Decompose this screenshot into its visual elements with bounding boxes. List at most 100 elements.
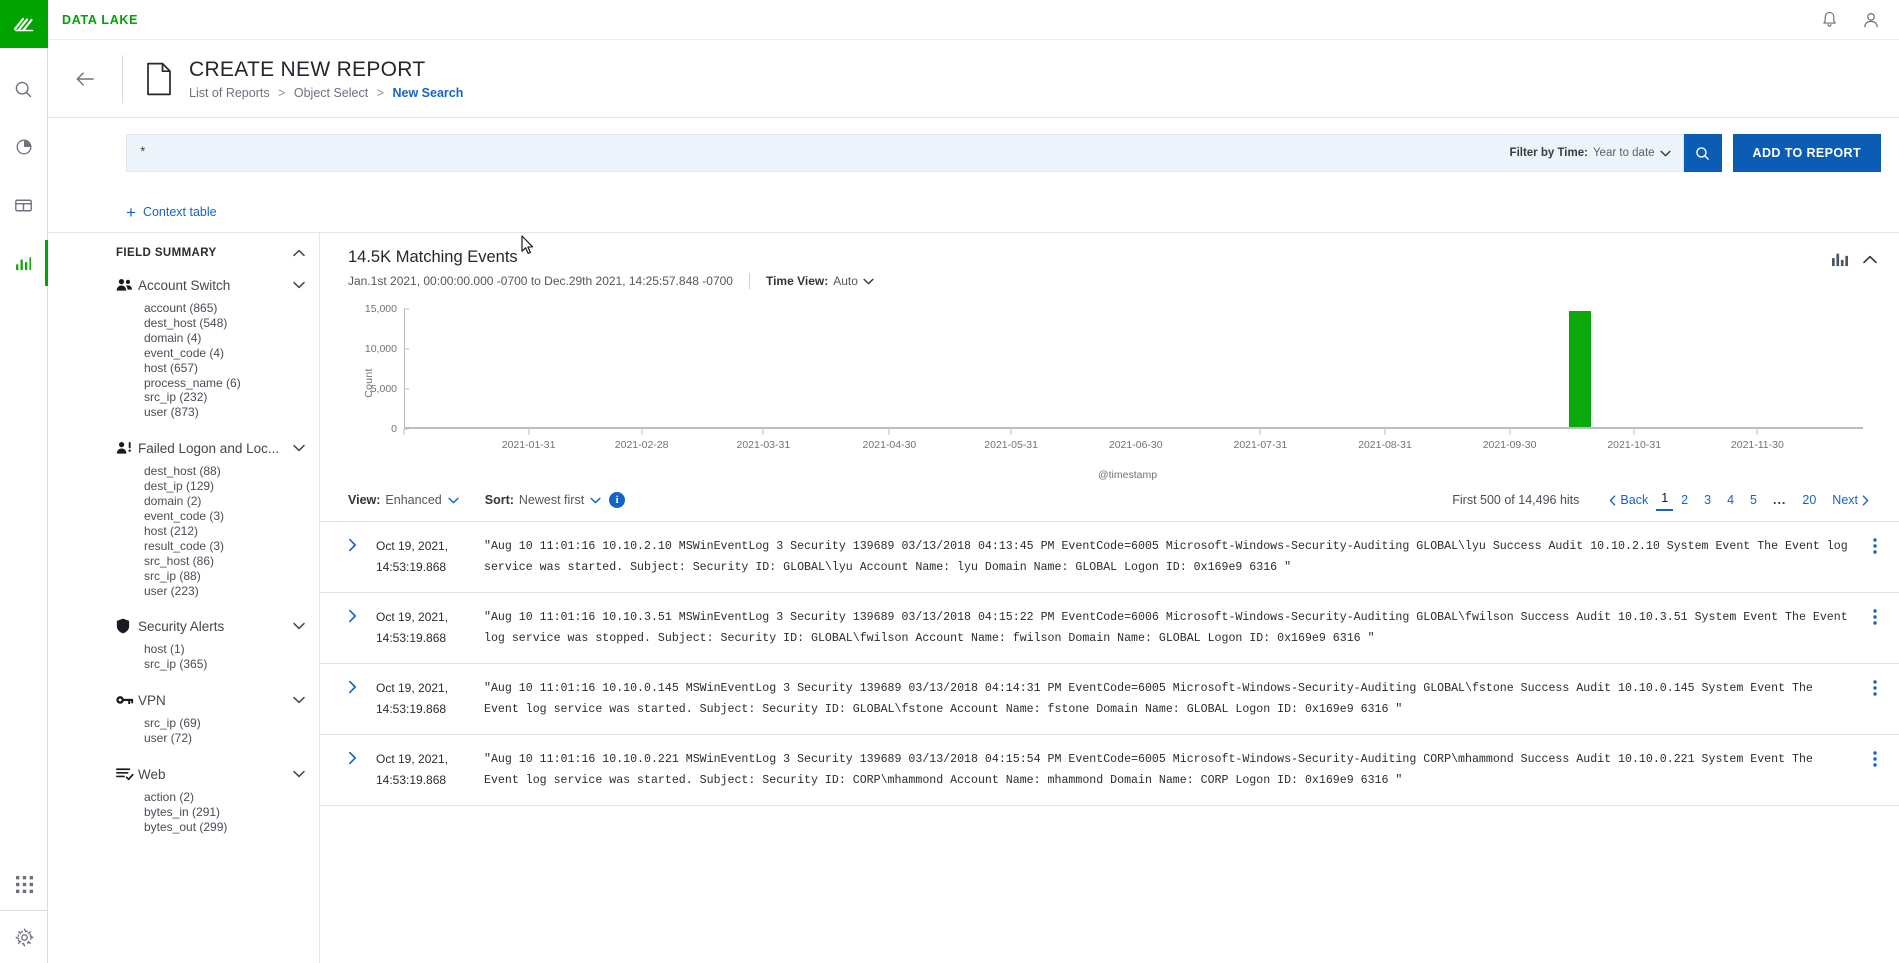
chevron-down-icon[interactable] bbox=[293, 622, 305, 630]
field-item[interactable]: user (72) bbox=[144, 731, 319, 746]
rail-item-dashboards[interactable] bbox=[0, 176, 48, 234]
time-view-selector[interactable]: Time View: Auto bbox=[766, 274, 874, 288]
row-menu-button[interactable] bbox=[1851, 607, 1877, 625]
chevron-down-icon[interactable] bbox=[293, 696, 305, 704]
field-item[interactable]: host (657) bbox=[144, 361, 319, 376]
search-submit-button[interactable] bbox=[1683, 134, 1722, 172]
timeline-chart[interactable]: Count 15,000 10,000 5,000 0 2021-01-31 2… bbox=[348, 303, 1877, 463]
row-menu-button[interactable] bbox=[1851, 536, 1877, 554]
event-date: Oct 19, 2021, bbox=[376, 752, 449, 766]
row-menu-button[interactable] bbox=[1851, 678, 1877, 696]
pagination-page-2[interactable]: 2 bbox=[1673, 491, 1696, 509]
field-group-header[interactable]: Web bbox=[108, 760, 319, 788]
filter-by-time[interactable]: Filter by Time: Year to date bbox=[1510, 147, 1671, 159]
expand-row-button[interactable] bbox=[348, 678, 376, 694]
field-item[interactable]: dest_ip (129) bbox=[144, 479, 319, 494]
event-timestamp: Oct 19, 2021, 14:53:19.868 bbox=[376, 536, 484, 578]
field-item[interactable]: action (2) bbox=[144, 790, 319, 805]
pagination-ellipsis: ... bbox=[1772, 493, 1787, 507]
table-row[interactable]: Oct 19, 2021, 14:53:19.868 "Aug 10 11:01… bbox=[320, 593, 1899, 664]
field-item[interactable]: dest_host (88) bbox=[144, 464, 319, 479]
row-menu-button[interactable] bbox=[1851, 749, 1877, 767]
account-button[interactable] bbox=[1861, 10, 1881, 30]
y-tick-label: 15,000 bbox=[364, 303, 397, 315]
info-icon[interactable]: i bbox=[609, 492, 626, 508]
time-view-value: Auto bbox=[833, 274, 858, 288]
field-item[interactable]: bytes_in (291) bbox=[144, 805, 319, 820]
event-time: 14:53:19.868 bbox=[376, 631, 447, 645]
key-icon bbox=[116, 694, 138, 706]
search-bar[interactable]: * Filter by Time: Year to date bbox=[126, 134, 1684, 172]
expand-row-button[interactable] bbox=[348, 607, 376, 623]
table-row[interactable]: Oct 19, 2021, 14:53:19.868 "Aug 10 11:01… bbox=[320, 664, 1899, 735]
field-item[interactable]: result_code (3) bbox=[144, 539, 319, 554]
results-header-actions bbox=[1831, 247, 1877, 267]
rail-item-settings[interactable] bbox=[0, 911, 48, 963]
chevron-up-icon[interactable] bbox=[293, 249, 305, 257]
field-item[interactable]: domain (4) bbox=[144, 331, 319, 346]
field-item[interactable]: user (873) bbox=[144, 405, 319, 420]
field-group-header[interactable]: Failed Logon and Loc... bbox=[108, 434, 319, 462]
field-item[interactable]: event_code (4) bbox=[144, 346, 319, 361]
collapse-chart-button[interactable] bbox=[1863, 255, 1877, 264]
add-context-table-button[interactable]: + Context table bbox=[126, 204, 217, 221]
pagination-page-5[interactable]: 5 bbox=[1742, 491, 1765, 509]
y-tick-mark bbox=[404, 348, 409, 350]
field-item[interactable]: host (212) bbox=[144, 524, 319, 539]
expand-row-button[interactable] bbox=[348, 536, 376, 552]
pagination-page-1[interactable]: 1 bbox=[1656, 489, 1674, 511]
field-item[interactable]: user (223) bbox=[144, 584, 319, 599]
field-item[interactable]: host (1) bbox=[144, 642, 319, 657]
field-summary-header[interactable]: FIELD SUMMARY bbox=[108, 247, 319, 259]
back-button[interactable] bbox=[48, 40, 122, 117]
field-item[interactable]: src_ip (69) bbox=[144, 716, 319, 731]
two-people-icon bbox=[116, 278, 138, 292]
field-group-header[interactable]: Security Alerts bbox=[108, 612, 319, 640]
chevron-down-icon[interactable] bbox=[293, 444, 305, 452]
pagination-page-3[interactable]: 3 bbox=[1696, 491, 1719, 509]
field-item[interactable]: bytes_out (299) bbox=[144, 820, 319, 835]
field-item[interactable]: process_name (6) bbox=[144, 376, 319, 391]
field-item[interactable]: src_host (86) bbox=[144, 554, 319, 569]
field-group-failed-logon: Failed Logon and Loc... dest_host (88) d… bbox=[108, 434, 319, 608]
breadcrumb: List of Reports > Object Select > New Se… bbox=[189, 86, 463, 101]
add-to-report-button[interactable]: ADD TO REPORT bbox=[1732, 134, 1881, 172]
rail-item-apps[interactable] bbox=[0, 858, 48, 910]
table-row[interactable]: Oct 19, 2021, 14:53:19.868 "Aug 10 11:01… bbox=[320, 522, 1899, 593]
breadcrumb-item-1[interactable]: Object Select bbox=[294, 86, 368, 100]
chart-bar-2021-10[interactable] bbox=[1568, 311, 1591, 427]
results-subheader: Jan.1st 2021, 00:00:00.000 -0700 to Dec.… bbox=[348, 273, 1831, 289]
sort-selector[interactable]: Sort: Newest first i bbox=[485, 492, 626, 508]
field-item[interactable]: src_ip (232) bbox=[144, 390, 319, 405]
field-item[interactable]: domain (2) bbox=[144, 494, 319, 509]
rail-item-search[interactable] bbox=[0, 60, 48, 118]
breadcrumb-item-0[interactable]: List of Reports bbox=[189, 86, 270, 100]
list-check-icon bbox=[116, 767, 138, 781]
notifications-button[interactable] bbox=[1820, 10, 1839, 29]
chevron-down-icon[interactable] bbox=[293, 281, 305, 289]
pagination-page-last[interactable]: 20 bbox=[1794, 491, 1824, 509]
search-input[interactable]: * bbox=[139, 146, 1510, 160]
field-group-header[interactable]: VPN bbox=[108, 686, 319, 714]
field-group-header[interactable]: Account Switch bbox=[108, 271, 319, 299]
field-item[interactable]: dest_host (548) bbox=[144, 316, 319, 331]
pagination-next[interactable]: Next bbox=[1824, 491, 1877, 509]
app-logo[interactable] bbox=[0, 0, 48, 48]
chevron-down-icon[interactable] bbox=[293, 770, 305, 778]
event-date: Oct 19, 2021, bbox=[376, 681, 449, 695]
pagination-back[interactable]: Back bbox=[1601, 491, 1656, 509]
breadcrumb-item-2[interactable]: New Search bbox=[393, 86, 464, 100]
pagination-page-4[interactable]: 4 bbox=[1719, 491, 1742, 509]
field-item[interactable]: src_ip (365) bbox=[144, 657, 319, 672]
rail-item-analytics[interactable] bbox=[0, 118, 48, 176]
event-timestamp: Oct 19, 2021, 14:53:19.868 bbox=[376, 749, 484, 791]
event-date: Oct 19, 2021, bbox=[376, 610, 449, 624]
field-item[interactable]: event_code (3) bbox=[144, 509, 319, 524]
chart-type-button[interactable] bbox=[1831, 251, 1849, 267]
rail-item-reports[interactable] bbox=[0, 234, 48, 292]
view-selector[interactable]: View: Enhanced bbox=[348, 493, 459, 507]
table-row[interactable]: Oct 19, 2021, 14:53:19.868 "Aug 10 11:01… bbox=[320, 735, 1899, 806]
field-item[interactable]: account (865) bbox=[144, 301, 319, 316]
field-item[interactable]: src_ip (88) bbox=[144, 569, 319, 584]
expand-row-button[interactable] bbox=[348, 749, 376, 765]
